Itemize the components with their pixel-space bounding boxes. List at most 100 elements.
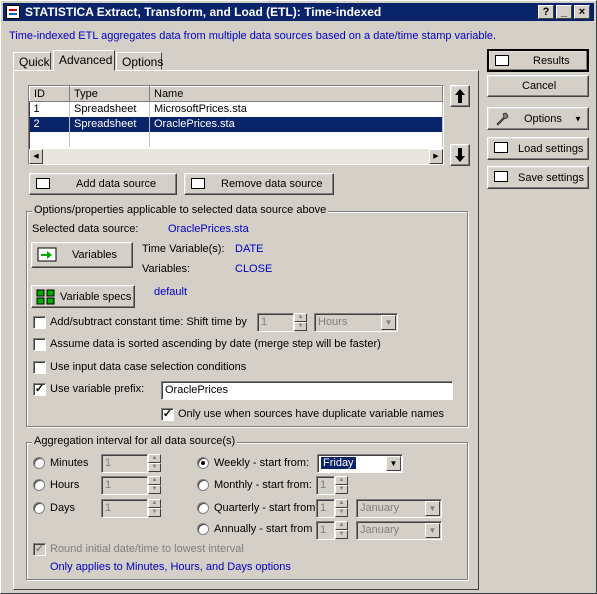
- variable-prefix-input[interactable]: OraclePrices: [161, 381, 453, 400]
- variables-button[interactable]: Variables: [31, 242, 133, 268]
- col-header-type[interactable]: Type: [69, 86, 150, 102]
- annually-radio[interactable]: [197, 523, 209, 535]
- shift-time-label: Add/subtract constant time: Shift time b…: [50, 316, 247, 328]
- case-selection-label: Use input data case selection conditions: [50, 361, 247, 373]
- quarterly-label: Quarterly - start from: [214, 502, 316, 514]
- variable-specs-button[interactable]: Variable specs: [31, 285, 135, 308]
- annually-input[interactable]: 1: [316, 521, 335, 540]
- cell-id: 2: [29, 116, 70, 132]
- sources-table[interactable]: ID Type Name 1 Spreadsheet MicrosoftPric…: [28, 85, 444, 165]
- grid-icon: [191, 178, 205, 189]
- up-arrow-icon: [455, 89, 465, 103]
- grid-icon: [36, 178, 50, 189]
- title-bar[interactable]: STATISTICA Extract, Transform, and Load …: [3, 3, 594, 21]
- app-icon: [6, 5, 20, 19]
- variable-prefix-checkbox[interactable]: ✓: [33, 383, 46, 396]
- options-menu-button[interactable]: Options ▼: [487, 107, 589, 130]
- table-row-selected[interactable]: 2 Spreadsheet OraclePrices.sta: [29, 116, 443, 132]
- tab-advanced[interactable]: Advanced: [53, 50, 115, 71]
- move-down-button[interactable]: [450, 144, 470, 166]
- remove-data-source-button[interactable]: Remove data source: [184, 173, 334, 195]
- monthly-input[interactable]: 1: [316, 476, 335, 495]
- hours-radio[interactable]: [33, 479, 45, 491]
- annually-stepper[interactable]: ▲ ▼: [335, 521, 348, 540]
- results-button[interactable]: Results: [487, 49, 589, 72]
- wrench-icon: [496, 112, 509, 126]
- grid-icon: [495, 55, 509, 66]
- minutes-input[interactable]: 1: [101, 454, 148, 473]
- weekly-label: Weekly - start from:: [214, 457, 310, 469]
- annually-month-select[interactable]: January ▼: [356, 521, 442, 540]
- days-label: Days: [50, 502, 76, 514]
- monthly-radio[interactable]: [197, 479, 209, 491]
- cancel-button[interactable]: Cancel: [487, 75, 589, 97]
- shift-time-stepper[interactable]: ▲ ▼: [294, 313, 307, 332]
- quarterly-radio[interactable]: [197, 502, 209, 514]
- hours-input[interactable]: 1: [101, 476, 148, 495]
- down-arrow-icon: [455, 148, 465, 162]
- minimize-button[interactable]: _: [556, 5, 572, 19]
- shift-unit-select[interactable]: Hours ▼: [314, 313, 398, 332]
- grid-icon: [494, 171, 508, 182]
- variable-prefix-label: Use variable prefix:: [50, 383, 145, 395]
- chevron-down-icon: ▼: [574, 114, 582, 123]
- tab-options[interactable]: Options: [116, 52, 163, 70]
- monthly-stepper[interactable]: ▲ ▼: [335, 476, 348, 495]
- quarterly-input[interactable]: 1: [316, 499, 335, 518]
- help-button[interactable]: ?: [538, 5, 554, 19]
- horizontal-scrollbar[interactable]: ◀ ▶: [29, 149, 443, 164]
- case-selection-checkbox[interactable]: [33, 361, 46, 374]
- etl-dialog-window: STATISTICA Extract, Transform, and Load …: [0, 0, 597, 594]
- quarterly-month-select[interactable]: January ▼: [356, 499, 442, 518]
- variables-icon: [37, 247, 57, 262]
- minutes-stepper[interactable]: ▲ ▼: [148, 454, 161, 473]
- cell-id: 1: [29, 101, 70, 117]
- col-header-name[interactable]: Name: [149, 86, 443, 102]
- col-header-id[interactable]: ID: [29, 86, 70, 102]
- scroll-left-icon[interactable]: ◀: [29, 149, 43, 164]
- window-title: STATISTICA Extract, Transform, and Load …: [25, 5, 382, 19]
- round-interval-checkbox[interactable]: ✓: [33, 543, 46, 556]
- dropdown-arrow-icon: ▼: [425, 501, 440, 516]
- annually-label: Annually - start from: [214, 523, 313, 535]
- cell-name: MicrosoftPrices.sta: [149, 101, 443, 117]
- sorted-label: Assume data is sorted ascending by date …: [50, 338, 381, 350]
- description-text: Time-indexed ETL aggregates data from mu…: [9, 30, 497, 42]
- shift-time-input[interactable]: 1: [257, 313, 294, 332]
- time-variable-label: Time Variable(s):: [142, 243, 225, 255]
- selected-source-label: Selected data source:: [32, 223, 139, 235]
- dropdown-arrow-icon: ▼: [381, 315, 396, 330]
- aggregation-group-label: Aggregation interval for all data source…: [32, 435, 238, 447]
- variable-specs-icon: [36, 289, 55, 305]
- dropdown-arrow-icon: ▼: [425, 523, 440, 538]
- variables-value: CLOSE: [235, 263, 273, 275]
- table-row[interactable]: 1 Spreadsheet MicrosoftPrices.sta: [29, 101, 443, 117]
- weekly-day-select[interactable]: Friday ▼: [317, 454, 403, 473]
- load-settings-button[interactable]: Load settings: [487, 137, 589, 160]
- cell-type: Spreadsheet: [69, 116, 150, 132]
- add-data-source-button[interactable]: Add data source: [29, 173, 177, 195]
- scroll-right-icon[interactable]: ▶: [429, 149, 443, 164]
- hours-stepper[interactable]: ▲ ▼: [148, 476, 161, 495]
- sorted-checkbox[interactable]: [33, 338, 46, 351]
- minutes-label: Minutes: [50, 457, 89, 469]
- move-up-button[interactable]: [450, 85, 470, 107]
- cell-type: Spreadsheet: [69, 101, 150, 117]
- minutes-radio[interactable]: [33, 457, 45, 469]
- quarterly-stepper[interactable]: ▲ ▼: [335, 499, 348, 518]
- close-button[interactable]: ×: [574, 5, 590, 19]
- days-input[interactable]: 1: [101, 499, 148, 518]
- only-duplicates-checkbox[interactable]: ✓: [161, 408, 174, 421]
- weekly-radio[interactable]: [197, 457, 209, 469]
- monthly-label: Monthly - start from:: [214, 479, 312, 491]
- variable-specs-value: default: [154, 286, 188, 298]
- save-settings-button[interactable]: Save settings: [487, 166, 589, 189]
- shift-time-checkbox[interactable]: [33, 316, 46, 329]
- days-stepper[interactable]: ▲ ▼: [148, 499, 161, 518]
- hours-label: Hours: [50, 479, 80, 491]
- round-interval-label: Round initial date/time to lowest interv…: [50, 543, 244, 555]
- days-radio[interactable]: [33, 502, 45, 514]
- time-variable-value: DATE: [235, 243, 264, 255]
- selected-source-value: OraclePrices.sta: [168, 223, 249, 235]
- tab-quick[interactable]: Quick: [13, 52, 51, 70]
